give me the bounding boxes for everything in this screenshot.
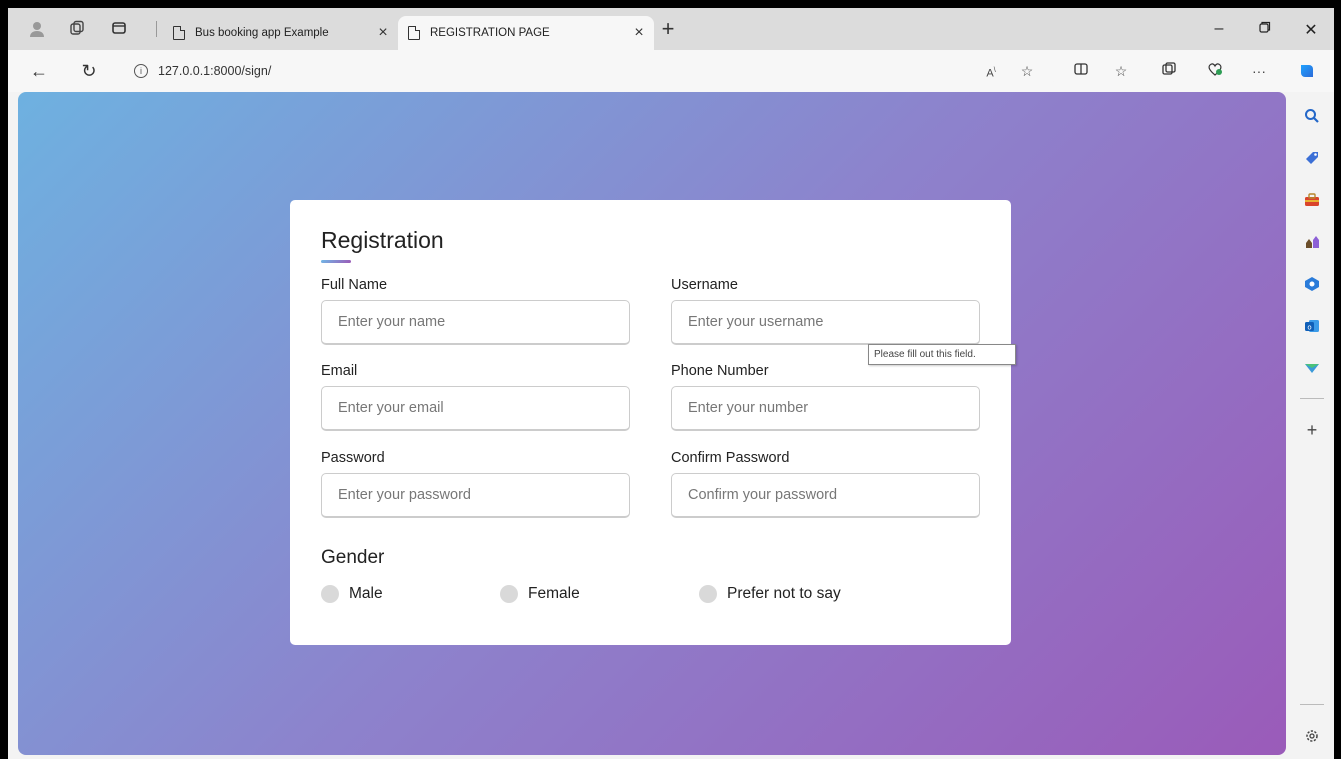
radio-label: Male xyxy=(349,585,383,602)
validation-tooltip: Please fill out this field. xyxy=(868,344,1016,365)
close-tab-icon[interactable]: × xyxy=(368,24,398,42)
back-icon[interactable]: ← xyxy=(28,60,50,82)
password-label: Password xyxy=(321,450,385,466)
close-window-icon[interactable]: ✕ xyxy=(1296,20,1326,40)
page-icon xyxy=(408,26,420,40)
search-icon[interactable] xyxy=(1304,108,1320,124)
radio-button[interactable] xyxy=(699,585,717,603)
outlook-icon[interactable]: o xyxy=(1304,318,1320,334)
radio-button[interactable] xyxy=(321,585,339,603)
tab-registration[interactable]: REGISTRATION PAGE × xyxy=(398,16,654,50)
page-viewport: Registration Full Name Username Email Ph… xyxy=(18,92,1286,755)
split-screen-icon[interactable] xyxy=(1070,61,1092,81)
tab-title: REGISTRATION PAGE xyxy=(430,27,550,39)
copilot-icon[interactable] xyxy=(1296,61,1318,81)
info-icon[interactable]: i xyxy=(134,64,148,78)
gender-option-female[interactable]: Female xyxy=(500,585,580,603)
edge-sidebar: o + xyxy=(1290,92,1334,759)
phone-label: Phone Number xyxy=(671,363,769,379)
email-label: Email xyxy=(321,363,358,379)
confirm-password-input[interactable] xyxy=(671,473,980,518)
title-underline xyxy=(321,260,351,263)
page-title: Registration xyxy=(321,227,444,253)
username-input[interactable] xyxy=(671,300,980,345)
favorites-icon[interactable]: ☆ xyxy=(1110,61,1132,81)
browser-essentials-icon[interactable] xyxy=(1204,61,1226,81)
email-input[interactable] xyxy=(321,386,630,431)
microsoft-365-icon[interactable] xyxy=(1304,276,1320,292)
settings-gear-icon[interactable] xyxy=(1304,728,1320,744)
navigation-bar: ← ↻ i 127.0.0.1:8000/sign/ A\ ☆ ☆ ··· xyxy=(8,50,1334,92)
full-name-label: Full Name xyxy=(321,277,388,293)
browser-window: Bus booking app Example × REGISTRATION P… xyxy=(8,8,1334,759)
tab-separator xyxy=(156,21,157,37)
password-input[interactable] xyxy=(321,473,630,518)
games-icon[interactable] xyxy=(1304,234,1320,250)
favorite-star-icon[interactable]: ☆ xyxy=(1016,61,1038,81)
close-tab-icon[interactable]: × xyxy=(624,24,654,42)
add-sidebar-app-icon[interactable]: + xyxy=(1304,421,1320,439)
workspaces-icon[interactable] xyxy=(68,20,86,38)
tab-strip: Bus booking app Example × REGISTRATION P… xyxy=(8,8,1334,50)
username-label: Username xyxy=(671,277,738,293)
radio-label: Female xyxy=(528,585,580,602)
profile-icon[interactable] xyxy=(28,20,46,38)
sidebar-separator xyxy=(1300,398,1324,399)
tab-bus-booking[interactable]: Bus booking app Example × xyxy=(163,16,398,50)
gender-title: Gender xyxy=(321,547,385,568)
registration-card: Registration Full Name Username Email Ph… xyxy=(290,200,1011,645)
phone-input[interactable] xyxy=(671,386,980,431)
confirm-password-label: Confirm Password xyxy=(671,450,790,466)
address-bar[interactable]: i 127.0.0.1:8000/sign/ xyxy=(118,56,1058,86)
collections-icon[interactable] xyxy=(1158,61,1180,81)
tools-briefcase-icon[interactable] xyxy=(1304,192,1320,208)
gender-option-prefer-not[interactable]: Prefer not to say xyxy=(699,585,841,603)
more-options-icon[interactable]: ··· xyxy=(1248,61,1270,81)
restore-icon[interactable] xyxy=(1250,20,1280,38)
sidebar-separator xyxy=(1300,704,1324,705)
page-icon xyxy=(173,26,185,40)
refresh-icon[interactable]: ↻ xyxy=(78,60,100,82)
minimize-icon[interactable]: – xyxy=(1204,20,1234,38)
radio-button[interactable] xyxy=(500,585,518,603)
url-text: 127.0.0.1:8000/sign/ xyxy=(158,64,272,78)
drop-icon[interactable] xyxy=(1304,360,1320,376)
tab-title: Bus booking app Example xyxy=(195,27,329,39)
full-name-input[interactable] xyxy=(321,300,630,345)
gender-option-male[interactable]: Male xyxy=(321,585,383,603)
read-aloud-icon[interactable]: A\ xyxy=(980,61,1002,81)
tab-actions-icon[interactable] xyxy=(110,20,128,38)
radio-label: Prefer not to say xyxy=(727,585,841,602)
new-tab-button[interactable]: + xyxy=(658,18,678,40)
svg-text:o: o xyxy=(1307,324,1311,332)
shopping-tag-icon[interactable] xyxy=(1304,150,1320,166)
